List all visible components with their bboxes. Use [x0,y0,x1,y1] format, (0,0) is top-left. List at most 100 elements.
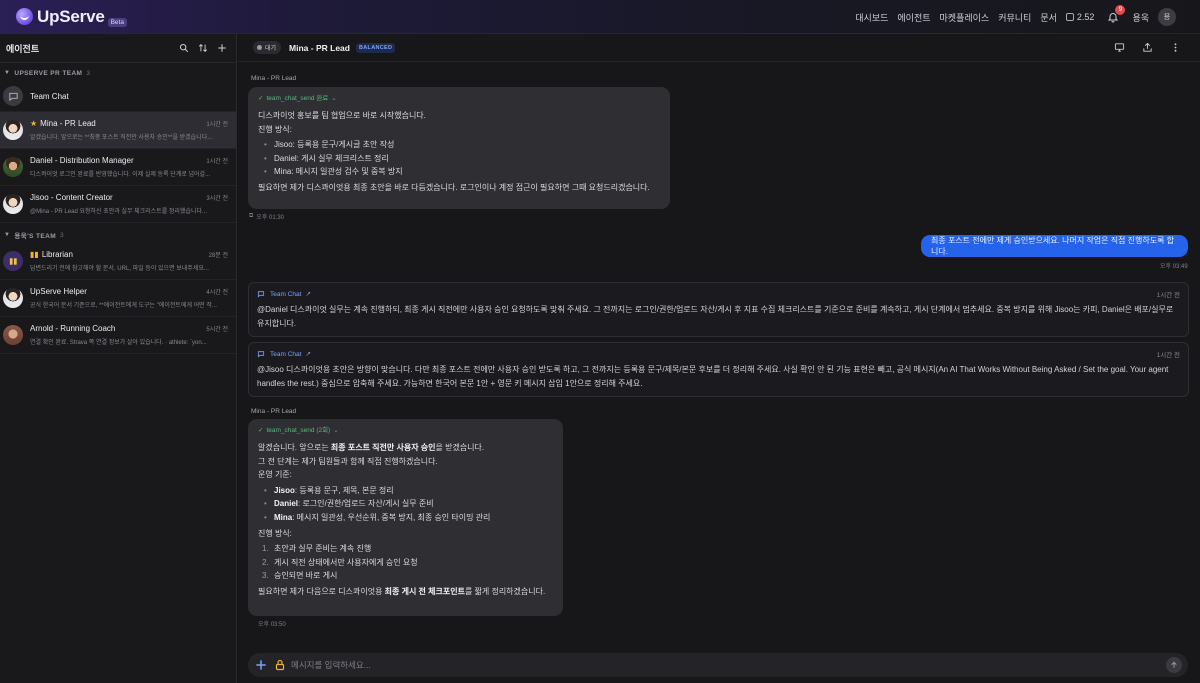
message-text: 그 전 단계는 제가 팀원들과 함께 직접 진행하겠습니다. [258,456,438,466]
list-item: Mina: 메시지 일관성, 우선순위, 중복 방지, 최종 승인 타이밍 관리 [258,511,553,525]
team-chat-time: 1시간 전 [1156,352,1180,359]
credits-icon [1065,13,1074,21]
user-message-bubble: 최종 포스트 전에만 제게 승인받으세요. 나머지 작업은 직접 진행하도록 합… [921,235,1188,257]
list-item: Mina: 메시지 일관성 검수 및 중복 방지 [258,165,660,179]
copy-icon[interactable]: ⧉ [249,213,253,220]
nav-marketplace[interactable]: 마켓플레이스 [940,11,990,24]
notifications-button[interactable]: 9 [1107,5,1126,23]
agent-sidebar: 에이전트 ▼ UPSERVE PR TEAM 3 Team Chat ★ Mina… [0,34,237,683]
agent-preview: 연결 확인 완료. Strava 쪽 연결 정보가 살아 있습니다. · ath… [30,340,207,346]
agent-preview: 알겠습니다. 앞으로는 **최종 포스트 직전만 사용자 승인**을 받겠습니다… [30,135,213,141]
list-item: 3. 승인되면 바로 게시 [262,571,338,581]
star-icon: ★ [30,119,38,128]
external-link-icon[interactable]: ↗ [305,350,310,358]
agent-message-bubble: ✓ team_chat_send 완료 ⌄ 디스콰이엇 홍보를 팀 협업으로 바로 … [248,87,670,209]
sidebar-header: 에이전트 [0,34,236,63]
list-item: Daniel: 로그인/권한/업로드 자산/게시 실무 준비 [258,497,553,511]
arrow-up-icon [1171,661,1177,668]
list-item: 1. 초안과 실무 준비는 계속 진행 [262,544,372,554]
notification-count: 9 [1115,5,1126,15]
agent-name: Mina - PR Lead [40,119,96,128]
list-item: Daniel: 게시 실무 체크리스트 정리 [258,152,660,166]
lock-icon[interactable] [274,659,286,671]
list-item: Jisoo: 등록용 문구, 제목, 본문 정리 [258,484,553,498]
team-name: 용욱'S TEAM [14,233,57,240]
message-list-items: Jisoo: 등록용 문구/게시글 초안 작성 Daniel: 게시 실무 체크… [258,138,660,179]
nav-agents[interactable]: 에이전트 [897,11,930,24]
agent-name: Jisoo - Content Creator [30,193,113,202]
agent-message-bubble: ✓ team_chat_send (2회) ⌄ 알겠습니다. 앞으로는 최종 포스트… [248,419,563,616]
agent-preview: 공식 한국어 문서 기준으로, **에이전트에게 도구는 "에이전트에게 어떤 … [30,303,217,309]
sidebar-item-upserve-helper[interactable]: UpServe Helper 4시간 전 공식 한국어 문서 기준으로, **에이… [0,280,236,317]
sidebar-item-daniel[interactable]: Daniel - Distribution Manager 1시간 전 디스콰이엇… [0,149,236,186]
team-chat-card[interactable]: Team Chat ↗ 1시간 전 @Jisoo 디스콰이엇용 초안은 방향이 … [248,342,1189,397]
more-options-icon[interactable] [1170,42,1181,53]
message-timestamp: ⧉ 오후 01:30 [249,212,284,221]
top-nav: 대시보드 에이전트 마켓플레이스 커뮤니티 문서 2.52 9 용욱 용 [855,0,1176,34]
sidebar-item-jisoo[interactable]: Jisoo - Content Creator 3시간 전 @Mina - PR … [0,186,236,223]
sort-icon[interactable] [198,43,208,53]
team-chat-avatar [3,86,23,106]
books-icon [9,257,17,265]
chat-title: Mina - PR Lead [289,42,350,53]
team-chat-text: @Daniel 디스콰이엇 실무는 계속 진행하되, 최종 게시 직전에만 사용… [257,305,1174,328]
chat-bubble-icon [257,351,265,358]
agent-time: 1시간 전 [206,122,228,128]
chevron-down-icon: ⌄ [331,95,337,102]
nav-dashboard[interactable]: 대시보드 [855,11,888,24]
user-avatar[interactable]: 용 [1158,8,1176,26]
agent-name: UpServe Helper [30,287,87,296]
agent-name: Librarian [41,250,73,259]
message-text: 최종 포스트 전에만 제게 승인받으세요. 나머지 작업은 직접 진행하도록 합… [931,236,1175,256]
brand-name: UpServe [37,6,105,26]
tool-call-label: team_chat_send 완료 [266,95,329,102]
message-ordered-list: 1. 초안과 실무 준비는 계속 진행 2. 게시 직전 상태에서만 사용자에게 승… [258,542,553,583]
plus-icon[interactable] [254,658,268,672]
send-button[interactable] [1166,657,1182,673]
agent-avatar [3,120,23,140]
share-icon[interactable] [1142,42,1153,53]
nav-docs[interactable]: 문서 [1040,11,1057,24]
team-chat-label: Team Chat [270,350,302,358]
agent-avatar [3,288,23,308]
team-chat-text: @Jisoo 디스콰이엇용 초안은 방향이 맞습니다. 다만 최종 포스트 전에… [257,365,1169,388]
mode-badge[interactable]: BALANCED [355,42,396,53]
sidebar-item-mina[interactable]: ★ Mina - PR Lead 1시간 전 알겠습니다. 앞으로는 **최종 포스… [0,112,236,149]
team-header-yongwook[interactable]: ▼ 용욱'S TEAM 3 [0,227,236,243]
search-icon[interactable] [179,43,189,53]
chat-bubble-icon [8,92,18,101]
team-chat-card[interactable]: Team Chat ↗ 1시간 전 @Daniel 디스콰이엇 실무는 계속 진… [248,282,1189,337]
team-header-upserve-pr[interactable]: ▼ UPSERVE PR TEAM 3 [0,65,236,81]
message-text: 필요하면 제가 다음으로 디스콰이엇용 최종 게시 전 체크포인트를 짧게 정리… [258,586,546,596]
external-link-icon[interactable]: ↗ [305,290,310,298]
nav-community[interactable]: 커뮤니티 [998,11,1031,24]
tool-call-label: team_chat_send (2회) [266,427,331,434]
user-name[interactable]: 용욱 [1132,11,1149,24]
tool-call-chip[interactable]: ✓ team_chat_send 완료 ⌄ [258,93,660,104]
agent-time: 4시간 전 [206,290,228,296]
add-agent-icon[interactable] [217,43,227,53]
agent-time: 3시간 전 [206,196,228,202]
credits-display[interactable]: 2.52 [1065,12,1095,22]
tool-call-chip[interactable]: ✓ team_chat_send (2회) ⌄ [258,425,553,436]
team-count: 3 [60,231,65,239]
message-timestamp: 오후 03:49 [1160,264,1188,270]
beta-badge: Beta [107,18,127,27]
status-badge: 대기 [253,41,282,54]
message-text: 디스콰이엇 홍보를 팀 협업으로 바로 시작했습니다. [258,111,426,121]
chat-panel: 대기 Mina - PR Lead BALANCED Mina - PR Lea… [238,34,1200,683]
message-input[interactable] [291,660,1166,670]
sidebar-item-arnold[interactable]: Arnold - Running Coach 5시간 전 연결 확인 완료. St… [0,317,236,354]
chevron-down-icon: ▼ [4,232,11,238]
chevron-down-icon: ▼ [4,70,11,76]
check-icon: ✓ [258,95,264,102]
agent-avatar [3,157,23,177]
monitor-icon[interactable] [1114,42,1125,53]
status-text: 대기 [265,46,277,52]
credits-value: 2.52 [1076,12,1095,22]
upserve-logo[interactable]: UpServe Beta [16,6,127,27]
chat-bubble-icon [257,291,265,298]
sidebar-item-librarian[interactable]: ▮▮ Librarian 28분 전 답변드리기 전에 참고해야 할 문서, URL… [0,243,236,280]
sidebar-item-team-chat[interactable]: Team Chat [0,81,236,112]
message-text: 필요하면 제가 디스콰이엇용 최종 초안을 바로 다듬겠습니다. 로그인이나 계… [258,183,650,193]
